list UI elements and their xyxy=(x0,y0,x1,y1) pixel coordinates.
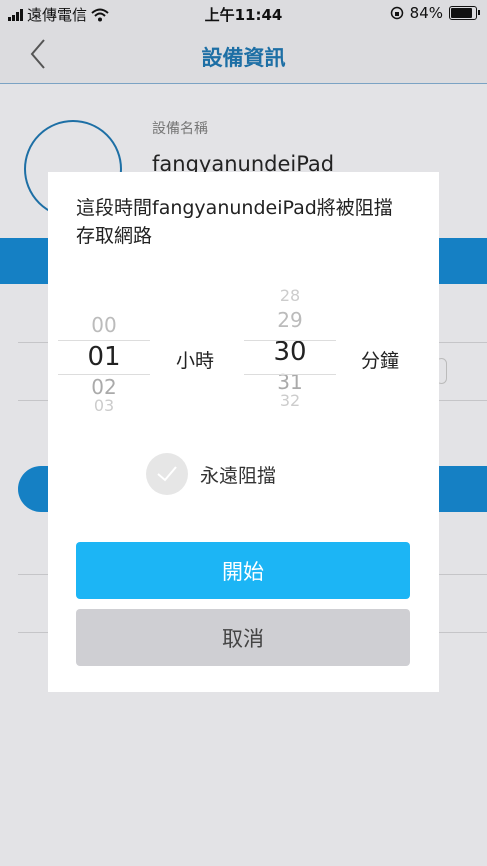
hours-option[interactable]: 02 xyxy=(58,375,150,399)
device-name-label: 設備名稱 xyxy=(152,121,208,137)
battery-icon xyxy=(449,6,480,20)
orientation-lock-icon xyxy=(390,6,403,20)
hours-option[interactable]: 00 xyxy=(58,313,150,339)
minutes-selection-line-bottom xyxy=(244,374,336,375)
nav-bar: 設備資訊 xyxy=(0,28,487,84)
minutes-selection-line-top xyxy=(244,340,336,341)
always-block-option[interactable]: 永遠阻擋 xyxy=(146,452,276,496)
hours-unit: 小時 xyxy=(176,350,215,372)
page-title: 設備資訊 xyxy=(201,46,286,70)
always-block-label: 永遠阻擋 xyxy=(200,464,277,487)
minutes-unit: 分鐘 xyxy=(361,350,400,372)
hours-selected[interactable]: 01 xyxy=(58,339,150,375)
block-duration-dialog: 這段時間fangyanundeiPad將被阻擋存取網路 00 01 02 03 … xyxy=(48,172,439,692)
start-button[interactable]: 開始 xyxy=(76,542,410,599)
cancel-button[interactable]: 取消 xyxy=(76,609,410,666)
minutes-option[interactable]: 32 xyxy=(244,394,336,410)
hours-option[interactable]: 03 xyxy=(58,399,150,415)
battery-percent: 84% xyxy=(409,4,443,22)
hours-picker[interactable]: 00 01 02 03 xyxy=(58,313,150,415)
hours-selection-line-top xyxy=(58,340,150,341)
checkmark-icon[interactable] xyxy=(146,453,188,495)
minutes-option[interactable]: 29 xyxy=(244,308,336,334)
dialog-message: 這段時間fangyanundeiPad將被阻擋存取網路 xyxy=(76,197,393,247)
status-right: 84% xyxy=(390,4,480,22)
hours-selection-line-bottom xyxy=(58,374,150,375)
minutes-picker[interactable]: 28 29 30 31 32 xyxy=(244,286,336,410)
minutes-option[interactable]: 28 xyxy=(244,286,336,308)
status-bar: 遠傳電信 上午11:44 84% xyxy=(0,0,487,28)
